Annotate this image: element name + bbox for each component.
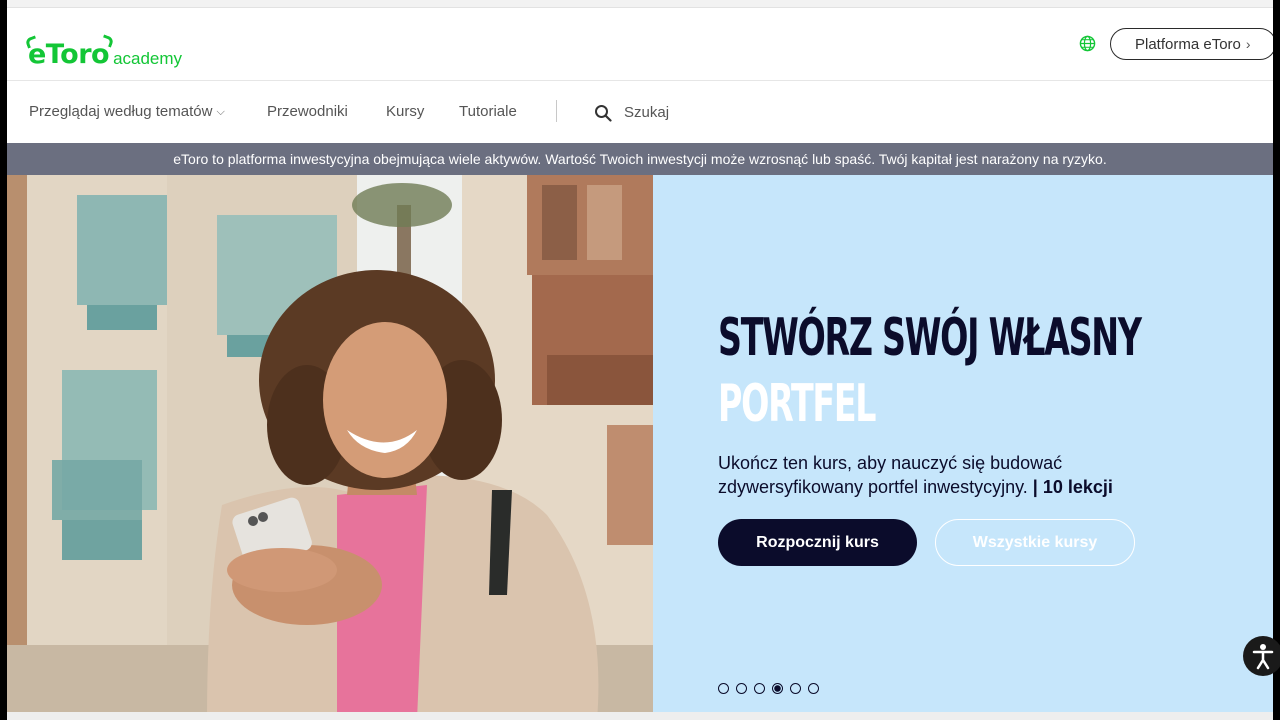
carousel-dot[interactable] xyxy=(718,683,729,694)
main-nav: Przeglądaj według tematów ⌵ Przewodniki K… xyxy=(7,82,1273,142)
platform-etoro-label: Platforma eToro xyxy=(1135,35,1241,53)
hero-description-text: Ukończ ten kurs, aby nauczyć się budować… xyxy=(718,453,1063,497)
risk-warning-banner: eToro to platforma inwestycyjna obejmują… xyxy=(7,143,1273,175)
accessibility-icon xyxy=(1252,644,1274,670)
hero-section: STWÓRZ SWÓJ WŁASNY PORTFEL Ukończ ten ku… xyxy=(7,175,1273,720)
etoro-academy-logo[interactable]: eToro academy xyxy=(28,28,182,68)
logo-etoro-text: eToro xyxy=(28,39,110,70)
nav-courses[interactable]: Kursy xyxy=(386,103,424,120)
search-icon[interactable] xyxy=(594,104,612,122)
accessibility-button[interactable] xyxy=(1243,636,1280,676)
chevron-down-icon: ⌵ xyxy=(216,106,225,118)
globe-icon[interactable] xyxy=(1079,35,1096,52)
carousel-dot[interactable] xyxy=(754,683,765,694)
nav-browse-topics[interactable]: Przeglądaj według tematów ⌵ xyxy=(29,103,225,120)
hero-title-line-1: STWÓRZ SWÓJ WŁASNY xyxy=(718,308,1142,368)
nav-divider xyxy=(556,100,557,122)
site-header: eToro academy Platforma eToro › xyxy=(7,8,1273,81)
hero-lesson-count: | 10 lekcji xyxy=(1032,477,1113,497)
logo-academy-text: academy xyxy=(113,49,183,68)
search-link[interactable]: Szukaj xyxy=(624,104,669,121)
nav-browse-topics-label: Przeglądaj według tematów xyxy=(29,103,213,120)
hero-description: Ukończ ten kurs, aby nauczyć się budować… xyxy=(718,451,1188,499)
hero-photo xyxy=(7,175,653,720)
carousel-dot[interactable] xyxy=(808,683,819,694)
carousel-dot-active[interactable] xyxy=(772,683,783,694)
hero-text-panel: STWÓRZ SWÓJ WŁASNY PORTFEL Ukończ ten ku… xyxy=(653,175,1273,720)
carousel-dot[interactable] xyxy=(736,683,747,694)
carousel-dot[interactable] xyxy=(790,683,801,694)
hero-title-line-2: PORTFEL xyxy=(718,374,877,434)
page: eToro academy Platforma eToro › Przegląd… xyxy=(7,0,1273,720)
platform-etoro-button[interactable]: Platforma eToro › xyxy=(1110,28,1273,60)
carousel-dots xyxy=(718,683,819,694)
nav-tutorials[interactable]: Tutoriale xyxy=(459,103,517,120)
chevron-right-icon: › xyxy=(1245,36,1251,52)
woman-with-phone-image xyxy=(7,175,653,720)
nav-guides[interactable]: Przewodniki xyxy=(267,103,348,120)
browser-top-strip xyxy=(7,0,1273,8)
all-courses-button[interactable]: Wszystkie kursy xyxy=(935,519,1135,566)
start-course-button[interactable]: Rozpocznij kurs xyxy=(718,519,917,566)
bottom-strip xyxy=(7,712,1273,720)
